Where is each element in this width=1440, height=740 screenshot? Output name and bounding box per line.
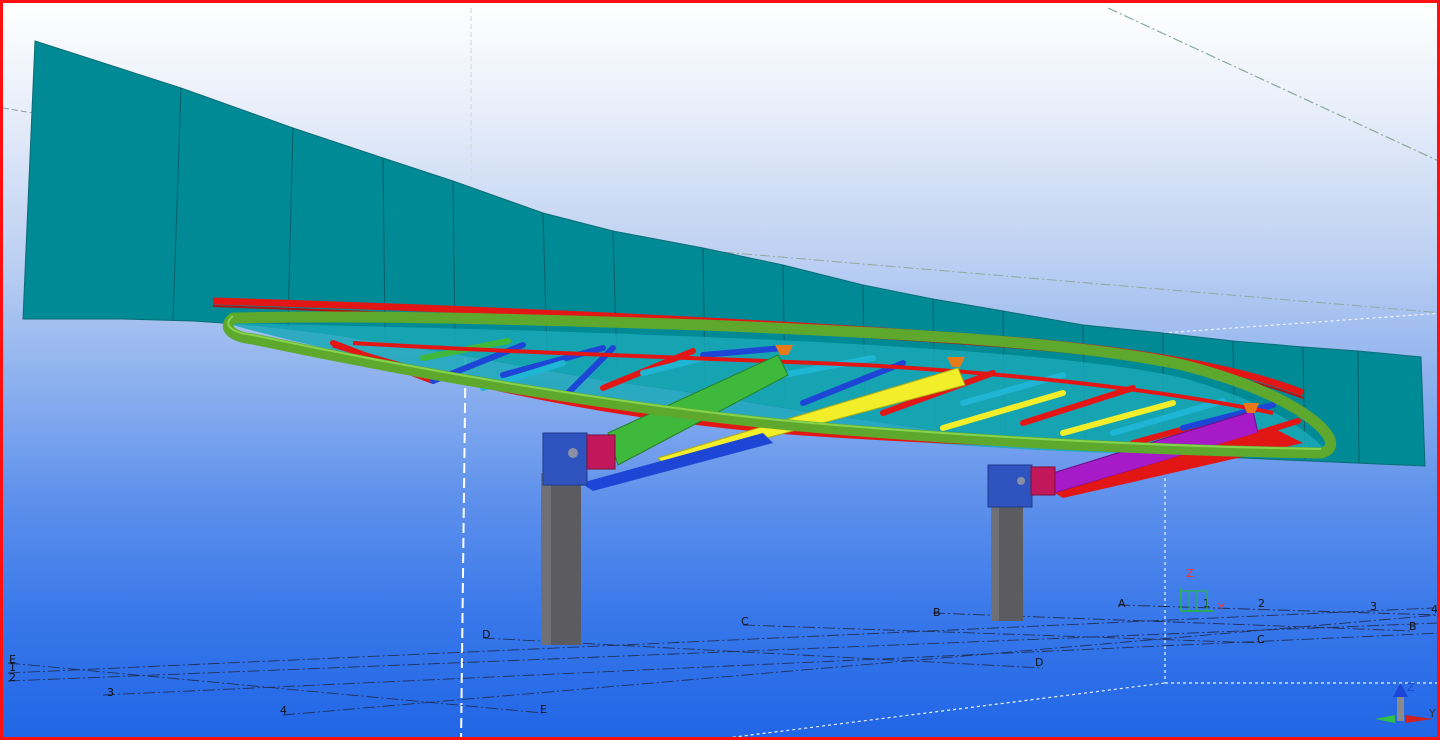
grid-label: C xyxy=(1257,633,1265,646)
local-axis-z-label: Z xyxy=(1186,567,1194,580)
grid-labels: E 1 2 3 4 D E C B A 1 2 3 4 B C D xyxy=(9,597,1438,717)
column-left-highlight xyxy=(541,473,551,645)
canopy-frame[interactable] xyxy=(212,297,1337,498)
grid-label: D xyxy=(482,628,490,641)
model-scene[interactable]: E 1 2 3 4 D E C B A 1 2 3 4 B C D Z Y Z … xyxy=(3,3,1440,740)
bracket-right[interactable] xyxy=(987,464,1033,508)
grid-label: B xyxy=(933,606,941,619)
grid-label: C xyxy=(741,615,749,628)
grid-label: 4 xyxy=(1431,603,1438,616)
gizmo-z-label: Z xyxy=(1407,681,1415,694)
grid-label: 2 xyxy=(1258,597,1265,610)
model-viewport[interactable]: E 1 2 3 4 D E C B A 1 2 3 4 B C D Z Y Z … xyxy=(0,0,1440,740)
gizmo-z-arrow xyxy=(1393,683,1408,697)
grid-line-2 xyxy=(7,622,1437,682)
construction-line xyxy=(1107,7,1437,161)
bracket-plate-left[interactable] xyxy=(586,434,616,470)
gizmo-x-arrow xyxy=(1375,715,1395,723)
grid-line-4 xyxy=(282,614,1437,716)
gizmo-z-shaft xyxy=(1397,695,1404,721)
grid-label: 4 xyxy=(280,704,287,717)
grid-label: B xyxy=(1409,620,1417,633)
columns[interactable] xyxy=(541,473,1023,645)
bracket-plate-right[interactable] xyxy=(1030,466,1056,496)
bolt xyxy=(568,448,578,458)
local-axis-y-label: Y xyxy=(1217,601,1225,614)
gizmo-y-label: Y xyxy=(1428,707,1436,720)
column-right-highlight xyxy=(991,503,999,621)
grid-label: E xyxy=(540,703,547,716)
grid-label: D xyxy=(1035,656,1043,669)
grid-label: 2 xyxy=(9,671,16,684)
view-axis-gizmo[interactable]: Z Y xyxy=(1375,681,1436,723)
grid-label: 3 xyxy=(107,686,114,699)
construction-line xyxy=(3,107,34,114)
grid-label: 3 xyxy=(1370,600,1377,613)
bracket-left[interactable] xyxy=(542,432,588,486)
grid-label: A xyxy=(1118,597,1126,610)
bolt xyxy=(1017,477,1025,485)
grid-lines xyxy=(7,604,1437,716)
construction-line xyxy=(730,682,1166,737)
construction-line xyxy=(1162,312,1437,334)
grid-line-1 xyxy=(7,607,1434,674)
